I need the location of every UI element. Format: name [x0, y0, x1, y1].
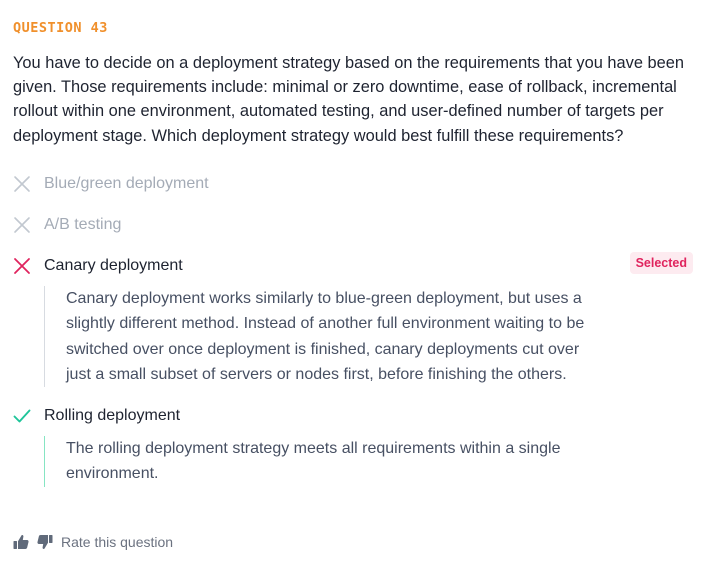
option-blue-green: Blue/green deployment [13, 173, 693, 195]
check-icon [13, 407, 31, 425]
explanation-rolling: The rolling deployment strategy meets al… [44, 436, 604, 487]
thumbs-up-icon[interactable] [13, 534, 29, 550]
option-ab-testing: A/B testing [13, 214, 693, 236]
x-icon [13, 216, 31, 234]
thumbs-down-icon[interactable] [37, 534, 53, 550]
option-label: A/B testing [44, 216, 122, 233]
question-text: You have to decide on a deployment strat… [13, 54, 684, 145]
option-label: Canary deployment [44, 257, 183, 274]
x-icon [13, 175, 31, 193]
option-rolling: Rolling deployment [13, 405, 693, 427]
option-canary: Canary deployment Selected [13, 252, 693, 277]
rate-question: Rate this question [13, 532, 173, 552]
option-label: Blue/green deployment [44, 175, 209, 192]
rate-label: Rate this question [61, 534, 174, 550]
explanation-canary: Canary deployment works similarly to blu… [44, 286, 604, 388]
x-icon [13, 257, 31, 275]
option-label: Rolling deployment [44, 407, 181, 424]
question-number: QUESTION 43 [13, 20, 108, 36]
selected-badge: Selected [629, 252, 693, 274]
